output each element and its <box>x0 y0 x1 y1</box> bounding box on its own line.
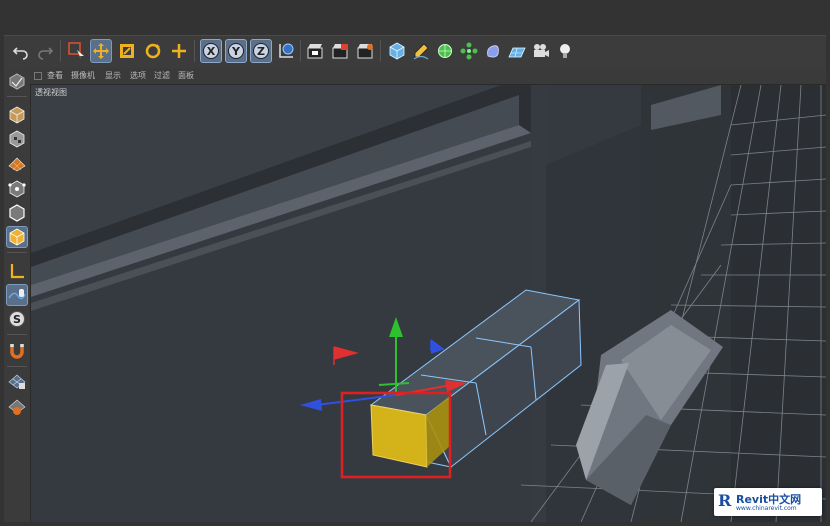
workplane-icon[interactable] <box>6 370 28 392</box>
solo-icon[interactable]: S <box>6 308 28 330</box>
menu-filter[interactable]: 过滤 <box>154 69 170 83</box>
menu-handle-icon <box>34 72 42 80</box>
tweak-mode-icon[interactable] <box>6 284 28 306</box>
render-view-icon[interactable] <box>304 39 326 63</box>
render-settings-icon[interactable] <box>354 39 376 63</box>
points-mode-icon[interactable] <box>6 178 28 200</box>
undo-icon[interactable] <box>10 39 32 63</box>
subdivision-icon[interactable] <box>434 39 456 63</box>
cube-icon[interactable] <box>386 39 408 63</box>
polygons-mode-icon[interactable] <box>6 226 28 248</box>
render-picture-viewer-icon[interactable] <box>329 39 351 63</box>
viewport-label: 透视视图 <box>35 88 67 97</box>
light-icon[interactable] <box>554 39 576 63</box>
axis-mode-icon[interactable] <box>6 260 28 282</box>
title-strip <box>0 0 830 35</box>
floor-icon[interactable] <box>506 39 528 63</box>
redo-icon[interactable] <box>34 39 56 63</box>
move-icon[interactable] <box>90 39 112 63</box>
menu-options[interactable]: 选项 <box>130 69 146 83</box>
texture-mode-icon[interactable] <box>6 128 28 150</box>
live-selection-icon[interactable] <box>66 39 88 63</box>
rotate-icon[interactable] <box>142 39 164 63</box>
watermark-url: www.chinarevit.com <box>736 505 797 512</box>
deformer-icon[interactable] <box>482 39 504 63</box>
mode-sidebar: S <box>4 68 31 522</box>
y-axis-icon[interactable]: Y <box>225 39 247 63</box>
perspective-viewport[interactable]: 透视视图 R Revit中文网 www.chinarevit.com <box>31 85 826 522</box>
z-axis-icon[interactable]: Z <box>250 39 272 63</box>
watermark-logo: R <box>718 491 732 510</box>
site-watermark: R Revit中文网 www.chinarevit.com <box>714 488 822 516</box>
svg-text:Y: Y <box>231 45 241 58</box>
add-icon[interactable] <box>168 39 190 63</box>
edges-mode-icon[interactable] <box>6 202 28 224</box>
array-icon[interactable] <box>458 39 480 63</box>
menu-view[interactable]: 查看 <box>47 69 63 83</box>
viewport-menubar: 查看 摄像机 显示 选项 过滤 面板 <box>30 68 826 85</box>
workplane-texture-icon[interactable] <box>6 152 28 174</box>
pen-icon[interactable] <box>410 39 432 63</box>
snap-icon[interactable] <box>6 340 28 362</box>
locked-workplane-icon[interactable] <box>6 396 28 418</box>
menu-display[interactable]: 显示 <box>105 69 121 83</box>
model-mode-icon[interactable] <box>6 104 28 126</box>
x-axis-icon[interactable]: X <box>200 39 222 63</box>
main-toolbar: X Y Z <box>4 35 826 69</box>
svg-text:S: S <box>13 313 21 326</box>
menu-panel[interactable]: 面板 <box>178 69 194 83</box>
svg-text:Z: Z <box>257 45 265 58</box>
scale-icon[interactable] <box>116 39 138 63</box>
camera-icon[interactable] <box>530 39 552 63</box>
make-editable-icon[interactable] <box>6 70 28 92</box>
viewport-scene <box>31 85 826 522</box>
menu-cameras[interactable]: 摄像机 <box>71 69 95 83</box>
world-coordinates-icon[interactable] <box>275 39 297 63</box>
svg-text:X: X <box>207 45 216 58</box>
